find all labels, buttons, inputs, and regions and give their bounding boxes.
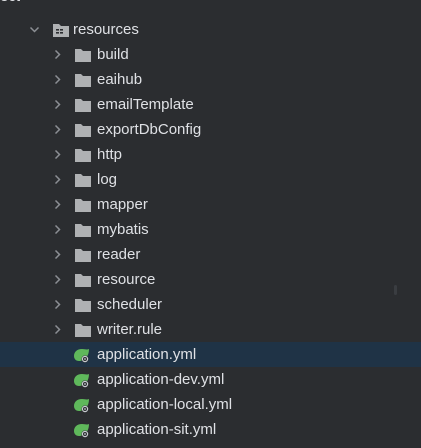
tree-row-file-selected[interactable]: application.yml bbox=[0, 342, 421, 367]
tree-item-label: reader bbox=[97, 246, 141, 263]
tree-row-file[interactable]: application-sit.yml bbox=[0, 417, 421, 442]
tree-item-label: exportDbConfig bbox=[97, 121, 202, 138]
panel-title: ect bbox=[0, 0, 20, 5]
tree-row-folder[interactable]: build bbox=[0, 42, 421, 67]
tree-item-label: writer.rule bbox=[97, 321, 163, 338]
tree-item-label: build bbox=[97, 46, 129, 63]
tree-row-folder[interactable]: mybatis bbox=[0, 217, 421, 242]
folder-icon bbox=[75, 174, 91, 187]
tree-row-folder[interactable]: mapper bbox=[0, 192, 421, 217]
tree-row-folder[interactable]: log bbox=[0, 167, 421, 192]
tree-row-folder[interactable]: writer.rule bbox=[0, 317, 421, 342]
tree-row-folder[interactable]: resource bbox=[0, 267, 421, 292]
resources-folder-icon bbox=[53, 24, 69, 37]
spring-yaml-icon bbox=[74, 374, 89, 388]
tree-row-folder[interactable]: http bbox=[0, 142, 421, 167]
chevron-right-icon[interactable] bbox=[52, 274, 63, 285]
chevron-right-icon[interactable] bbox=[52, 49, 63, 60]
chevron-right-icon[interactable] bbox=[52, 324, 63, 335]
tree-row-file[interactable]: application-dev.yml bbox=[0, 367, 421, 392]
tree-item-label: mybatis bbox=[97, 221, 149, 238]
tree-item-label: log bbox=[97, 171, 118, 188]
tree-item-label: application-sit.yml bbox=[97, 421, 217, 438]
tree-item-label: emailTemplate bbox=[97, 96, 194, 113]
folder-icon bbox=[75, 99, 91, 112]
folder-icon bbox=[75, 299, 91, 312]
folder-icon bbox=[75, 74, 91, 87]
tree-item-label: http bbox=[97, 146, 123, 163]
tree-item-label: resources bbox=[73, 21, 139, 38]
tree-row-folder[interactable]: scheduler bbox=[0, 292, 421, 317]
folder-icon bbox=[75, 324, 91, 337]
tree-row-folder[interactable]: eaihub bbox=[0, 67, 421, 92]
tree-row-resources[interactable]: resources bbox=[0, 17, 421, 42]
folder-icon bbox=[75, 199, 91, 212]
chevron-right-icon[interactable] bbox=[52, 149, 63, 160]
tree-item-label: resource bbox=[97, 271, 156, 288]
folder-icon bbox=[75, 274, 91, 287]
chevron-right-icon[interactable] bbox=[52, 174, 63, 185]
chevron-right-icon[interactable] bbox=[52, 99, 63, 110]
chevron-down-icon[interactable] bbox=[29, 24, 40, 35]
tree-row-file[interactable]: application-local.yml bbox=[0, 392, 421, 417]
chevron-right-icon[interactable] bbox=[52, 224, 63, 235]
folder-icon bbox=[75, 249, 91, 262]
folder-icon bbox=[75, 224, 91, 237]
spring-yaml-icon bbox=[74, 399, 89, 413]
tree-item-label: application-dev.yml bbox=[97, 371, 225, 388]
spring-yaml-icon bbox=[74, 424, 89, 438]
chevron-right-icon[interactable] bbox=[52, 74, 63, 85]
chevron-right-icon[interactable] bbox=[52, 249, 63, 260]
chevron-right-icon[interactable] bbox=[52, 124, 63, 135]
tree-row-folder[interactable]: emailTemplate bbox=[0, 92, 421, 117]
scrollbar-thumb[interactable] bbox=[394, 285, 397, 295]
chevron-right-icon[interactable] bbox=[52, 299, 63, 310]
tree-item-label: eaihub bbox=[97, 71, 143, 88]
tree-item-label: application-local.yml bbox=[97, 396, 233, 413]
folder-icon bbox=[75, 49, 91, 62]
folder-icon bbox=[75, 149, 91, 162]
project-panel-header: ect bbox=[0, 0, 421, 8]
chevron-right-icon[interactable] bbox=[52, 199, 63, 210]
tree-row-folder[interactable]: reader bbox=[0, 242, 421, 267]
project-tree: resources build eaihub emailTemplate exp… bbox=[0, 17, 421, 442]
folder-icon bbox=[75, 124, 91, 137]
tree-item-label: scheduler bbox=[97, 296, 163, 313]
tree-row-folder[interactable]: exportDbConfig bbox=[0, 117, 421, 142]
spring-yaml-icon bbox=[74, 349, 89, 363]
tree-item-label: application.yml bbox=[97, 346, 197, 363]
tree-item-label: mapper bbox=[97, 196, 148, 213]
